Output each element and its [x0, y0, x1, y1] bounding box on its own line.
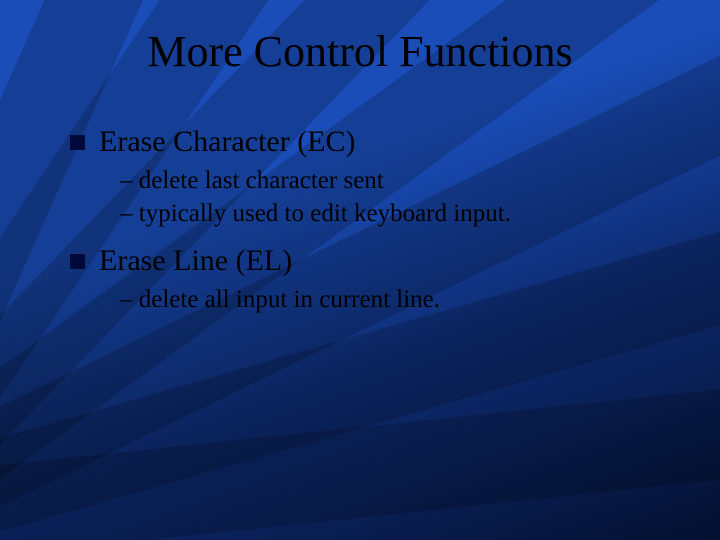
- slide-body: Erase Character (EC) – delete last chara…: [0, 77, 720, 315]
- square-bullet-icon: [70, 254, 85, 269]
- sub-list: – delete last character sent – typically…: [70, 165, 680, 230]
- sub-item: – delete all input in current line.: [120, 284, 680, 315]
- slide: More Control Functions Erase Character (…: [0, 0, 720, 540]
- sub-item: – typically used to edit keyboard input.: [120, 198, 680, 229]
- sub-item: – delete last character sent: [120, 165, 680, 196]
- slide-title: More Control Functions: [0, 0, 720, 77]
- item-label: Erase Character (EC): [99, 125, 356, 159]
- sub-list: – delete all input in current line.: [70, 284, 680, 315]
- square-bullet-icon: [70, 135, 85, 150]
- item-label: Erase Line (EL): [99, 244, 292, 278]
- list-item: Erase Line (EL): [70, 244, 680, 278]
- list-item: Erase Character (EC): [70, 125, 680, 159]
